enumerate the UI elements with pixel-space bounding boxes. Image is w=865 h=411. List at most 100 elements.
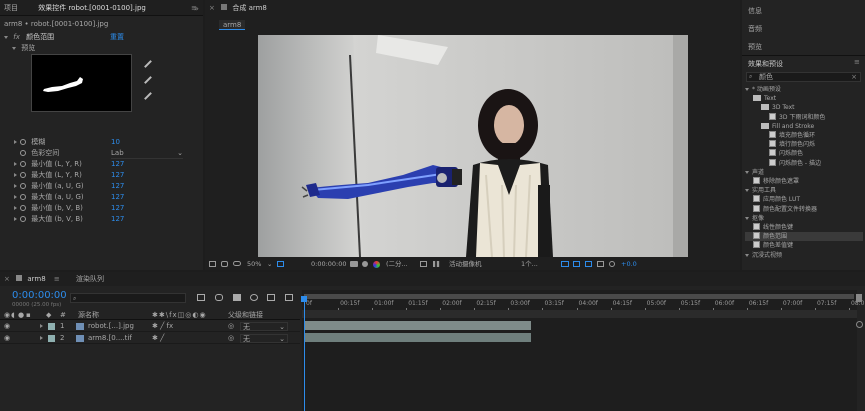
stopwatch-icon[interactable] <box>20 139 26 145</box>
layer-1-track[interactable] <box>305 321 531 330</box>
always-preview-icon[interactable] <box>209 261 216 267</box>
work-area-bar[interactable] <box>304 294 854 299</box>
prop-value[interactable]: 127 <box>111 170 124 180</box>
views-select[interactable]: 1个... <box>521 258 538 270</box>
playhead-handle-icon[interactable] <box>301 296 307 302</box>
effects-menu-icon[interactable]: ≡ <box>854 58 860 66</box>
timeline-icon[interactable] <box>585 261 592 267</box>
effect-item[interactable]: 颜色差值键 <box>745 241 863 250</box>
stopwatch-icon[interactable] <box>20 205 26 211</box>
visibility-eye-icon[interactable]: ◉ <box>4 333 10 344</box>
fast-preview-icon[interactable] <box>561 261 569 267</box>
stopwatch-icon[interactable] <box>20 150 26 156</box>
clear-search-icon[interactable]: × <box>851 73 857 82</box>
transparency-grid-icon[interactable] <box>433 261 440 267</box>
label-column-icon[interactable]: ◆ <box>46 311 51 320</box>
visibility-eye-icon[interactable]: ◉ <box>4 321 10 332</box>
resolution-select[interactable]: (二分... <box>386 258 408 270</box>
collapse-icon[interactable] <box>4 36 8 39</box>
exposure-value[interactable]: +0.0 <box>621 258 637 270</box>
parent-select[interactable]: 无 ⌄ <box>240 322 288 331</box>
eyedropper-plus-icon[interactable] <box>139 71 152 84</box>
reset-exposure-icon[interactable] <box>609 261 615 267</box>
effect-item[interactable]: 填行颜色闪烁 <box>745 140 863 149</box>
effect-item[interactable]: 线性颜色键 <box>745 223 863 232</box>
colorspace-dropdown[interactable]: Lab ⌄ <box>111 148 183 159</box>
prop-value[interactable]: 127 <box>111 181 124 191</box>
effects-category[interactable]: 实用工具 <box>745 186 863 195</box>
composition-viewport[interactable] <box>258 35 688 257</box>
effects-category[interactable]: 抠像 <box>745 214 863 223</box>
composition-tab[interactable]: 合成 arm8 <box>232 4 267 12</box>
comp-sub-tab[interactable]: arm8 <box>219 20 246 30</box>
prop-min-l[interactable]: 最小值 (L, Y, R) 127 <box>14 159 199 169</box>
audio-column-icon[interactable]: ◖ <box>11 311 15 320</box>
stopwatch-icon[interactable] <box>20 183 26 189</box>
effects-search-input[interactable]: ⌕ 颜色 × <box>746 72 861 82</box>
prop-max-l[interactable]: 最大值 (L, Y, R) 127 <box>14 170 199 180</box>
prop-blur[interactable]: 模糊 10 <box>14 137 199 147</box>
expand-layer-icon[interactable] <box>40 333 46 344</box>
audio-section[interactable]: 音频 <box>748 24 762 34</box>
prop-max-b[interactable]: 最大值 (b, V, B) 127 <box>14 214 199 224</box>
graph-editor-icon[interactable] <box>267 294 275 301</box>
pickwhip-icon[interactable]: ◎ <box>228 321 234 332</box>
current-time-indicator[interactable] <box>304 296 305 411</box>
tab-menu-icon[interactable]: ≡ <box>54 275 60 283</box>
prop-min-a[interactable]: 最小值 (a, U, G) 127 <box>14 181 199 191</box>
switches-header-icons[interactable]: ✱✱\fx◫◎◐◉ <box>152 311 207 320</box>
glasses-icon[interactable] <box>233 261 241 266</box>
project-tab[interactable]: 项目 <box>4 4 18 12</box>
close-icon[interactable]: × <box>209 4 215 12</box>
effect-row[interactable]: fx 颜色范围 重置 <box>4 32 199 42</box>
parent-select[interactable]: 无 ⌄ <box>240 334 288 343</box>
eyedropper-icon[interactable] <box>139 55 152 68</box>
effects-category[interactable]: * 动画预设 <box>745 85 863 94</box>
effects-category[interactable]: 沉浸式视频 <box>745 251 863 260</box>
effect-controls-tab[interactable]: 效果控件 robot.[0001-0100].jpg <box>38 4 146 12</box>
source-name-header[interactable]: 源名称 <box>78 311 99 320</box>
info-section[interactable]: 信息 <box>748 6 762 16</box>
label-color-swatch[interactable] <box>48 323 55 330</box>
mask-icon[interactable] <box>221 261 228 267</box>
work-area-icon[interactable] <box>285 294 293 301</box>
timeline-timecode[interactable]: 0:00:00:00 <box>12 290 67 301</box>
motion-blur-icon[interactable] <box>250 294 258 301</box>
timecode-display[interactable]: 0:00:00:00 <box>311 258 347 270</box>
layer-row[interactable]: ◉ 1 robot.[...].jpg ✱ ╱ fx ◎ 无 ⌄ <box>0 321 300 332</box>
time-ruler[interactable]: 0f 00:15f 01:00f 01:15f 02:00f 02:15f 03:00f 03… <box>302 300 864 311</box>
color-channel-icon[interactable] <box>373 261 380 268</box>
prop-value[interactable]: 10 <box>111 137 120 147</box>
solo-column-icon[interactable]: ● <box>18 311 24 320</box>
expand-panels-icon[interactable]: » <box>194 4 199 13</box>
effect-item[interactable]: 颜色配置文件转换器 <box>745 204 863 214</box>
timeline-comp-tab[interactable]: arm8 <box>27 275 45 283</box>
effects-presets-title[interactable]: 效果和预设 <box>748 59 783 69</box>
preview-section[interactable]: 预览 <box>748 42 762 52</box>
layer-name[interactable]: robot.[...].jpg <box>88 321 134 332</box>
frame-blending-icon[interactable] <box>233 294 241 301</box>
layer-switches[interactable]: ✱ ╱ <box>152 333 164 344</box>
timeline-end-handle-icon[interactable] <box>856 294 862 302</box>
effect-item[interactable]: 移除颜色遮罩 <box>745 177 863 186</box>
eyedropper-minus-icon[interactable] <box>139 87 152 100</box>
roi-icon[interactable] <box>420 261 427 267</box>
prop-colorspace[interactable]: 色彩空间 Lab ⌄ <box>14 148 199 159</box>
effects-folder[interactable]: Fill and Stroke <box>745 122 863 131</box>
fit-icon[interactable] <box>277 261 284 267</box>
close-icon[interactable]: × <box>4 275 10 283</box>
render-queue-tab[interactable]: 渲染队列 <box>76 275 104 283</box>
effects-category[interactable]: 声道 <box>745 168 863 177</box>
toggle-3d-icon[interactable] <box>573 261 580 267</box>
prop-value[interactable]: 127 <box>111 214 124 224</box>
comp-flowchart-icon[interactable] <box>597 261 604 267</box>
preview-collapse-icon[interactable] <box>12 47 16 50</box>
layer-switches[interactable]: ✱ ╱ fx <box>152 321 173 332</box>
timeline-ruler-area[interactable]: 0f 00:15f 01:00f 01:15f 02:00f 02:15f 03:00f 03… <box>301 290 864 411</box>
lock-icon[interactable] <box>221 4 228 10</box>
stopwatch-icon[interactable] <box>20 172 26 178</box>
zoom-chevron-icon[interactable]: ⌄ <box>267 258 272 270</box>
eye-column-icon[interactable]: ◉ <box>4 311 10 320</box>
preview-thumbnail[interactable] <box>31 54 132 112</box>
stopwatch-icon[interactable] <box>20 161 26 167</box>
